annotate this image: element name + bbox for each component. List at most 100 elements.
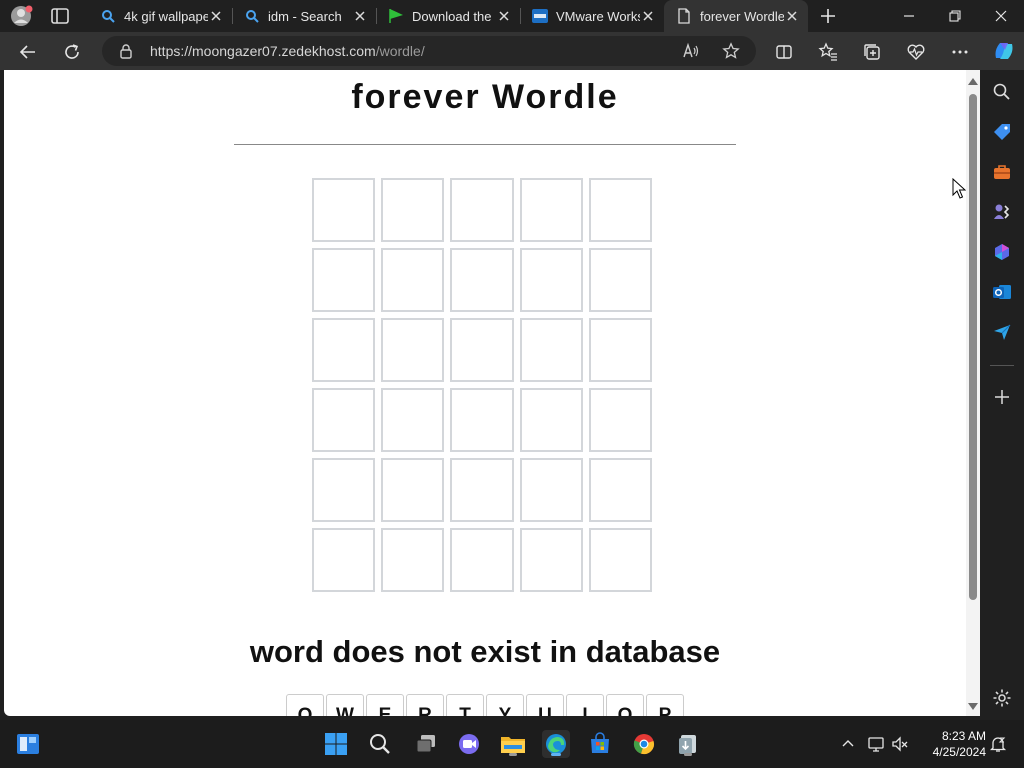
letter-cell [519,318,583,382]
app-installer-icon[interactable] [674,730,702,758]
grid-row [312,178,653,242]
tools-briefcase-icon[interactable] [990,160,1014,184]
letter-cell [381,528,445,592]
key-p[interactable]: P [646,694,684,716]
notification-bell-icon[interactable] [988,734,1008,754]
split-screen-icon[interactable] [773,41,795,63]
letter-cell [519,528,583,592]
close-tab-icon[interactable] [640,8,656,24]
copilot-icon[interactable] [991,38,1017,64]
key-w[interactable]: W [326,694,364,716]
key-u[interactable]: U [526,694,564,716]
letter-cell [450,388,514,452]
shopping-tag-icon[interactable] [990,120,1014,144]
edge-browser-icon[interactable] [542,730,570,758]
key-r[interactable]: R [406,694,444,716]
tab-3[interactable]: VMware Works [520,0,664,32]
tab-title: forever Wordle [700,8,784,24]
running-indicator [684,753,692,756]
clock-date: 4/25/2024 [932,745,986,759]
tab-title: idm - Search [268,8,342,24]
settings-gear-icon[interactable] [990,686,1014,710]
key-t[interactable]: T [446,694,484,716]
widgets-icon[interactable] [14,730,42,758]
taskbar-clock[interactable]: 8:23 AM 4/25/2024 [933,728,986,760]
letter-cell [450,248,514,312]
file-explorer-icon[interactable] [499,730,527,758]
microsoft-365-icon[interactable] [990,240,1014,264]
running-indicator [551,753,561,756]
tab-actions-icon[interactable] [50,7,70,25]
profile-avatar-icon[interactable] [10,5,34,27]
letter-cell [312,388,376,452]
page-content: forever Wordle word does not exist in da… [4,70,966,716]
favorite-star-icon[interactable] [722,42,740,60]
teams-chat-icon[interactable] [455,730,483,758]
network-icon[interactable] [866,734,886,754]
search-icon[interactable] [366,730,394,758]
scroll-up-arrow-icon[interactable] [966,74,980,86]
restore-button[interactable] [932,0,978,32]
letter-cell [312,458,376,522]
microsoft-store-icon[interactable] [586,730,614,758]
close-window-button[interactable] [978,0,1024,32]
close-tab-icon[interactable] [208,8,224,24]
lock-icon[interactable] [118,43,134,59]
key-q[interactable]: Q [286,694,324,716]
show-hidden-icons-chevron-icon[interactable] [838,734,858,754]
tab-1[interactable]: idm - Search [232,0,376,32]
tab-title: Download the [412,8,492,24]
add-plus-icon[interactable] [990,385,1014,409]
key-o[interactable]: O [606,694,644,716]
read-aloud-icon[interactable] [682,42,700,60]
new-tab-plus-icon[interactable] [818,6,838,26]
windows-start-icon[interactable] [322,730,350,758]
page-scrollbar[interactable] [966,70,980,716]
key-e[interactable]: E [366,694,404,716]
games-icon[interactable] [990,200,1014,224]
vmware-icon [532,8,548,24]
letter-cell [588,178,653,242]
close-tab-icon[interactable] [784,8,800,24]
key-i[interactable]: I [566,694,604,716]
status-message: word does not exist in database [249,634,721,669]
tab-2[interactable]: Download the [376,0,520,32]
search-icon[interactable] [990,80,1014,104]
outlook-icon[interactable] [990,280,1014,304]
scroll-down-arrow-icon[interactable] [966,700,980,712]
browser-essentials-icon[interactable] [905,41,927,63]
page-title: forever Wordle [351,78,619,116]
letter-cell [381,248,445,312]
more-options-icon[interactable] [949,41,971,63]
favorites-icon[interactable] [817,41,839,63]
letter-cell [312,318,376,382]
address-bar[interactable]: https://moongazer07.zedekhost.com/wordle… [102,36,756,66]
close-tab-icon[interactable] [352,8,368,24]
send-paper-plane-icon[interactable] [990,320,1014,344]
letter-cell [588,248,653,312]
key-y[interactable]: Y [486,694,524,716]
browser-toolbar: https://moongazer07.zedekhost.com/wordle… [0,32,1024,70]
letter-cell [588,458,653,522]
task-view-icon[interactable] [412,730,440,758]
letter-cell [450,458,514,522]
minimize-button[interactable] [886,0,932,32]
search-icon [244,8,260,24]
close-tab-icon[interactable] [496,8,512,24]
back-arrow-icon[interactable] [17,41,39,63]
scrollbar-thumb[interactable] [969,94,977,600]
chrome-icon[interactable] [630,730,658,758]
letter-cell [450,178,514,242]
letter-cell [519,248,583,312]
url-text[interactable]: https://moongazer07.zedekhost.com/wordle… [150,43,425,59]
grid-row [312,388,653,452]
mouse-cursor-icon [952,177,967,200]
grid-row [312,248,653,312]
tab-0[interactable]: 4k gif wallpape [88,0,232,32]
search-icon [100,8,116,24]
tab-4-active[interactable]: forever Wordle [664,0,808,32]
collections-icon[interactable] [861,41,883,63]
refresh-icon[interactable] [61,41,83,63]
volume-muted-icon[interactable] [890,734,910,754]
letter-cell [381,458,445,522]
